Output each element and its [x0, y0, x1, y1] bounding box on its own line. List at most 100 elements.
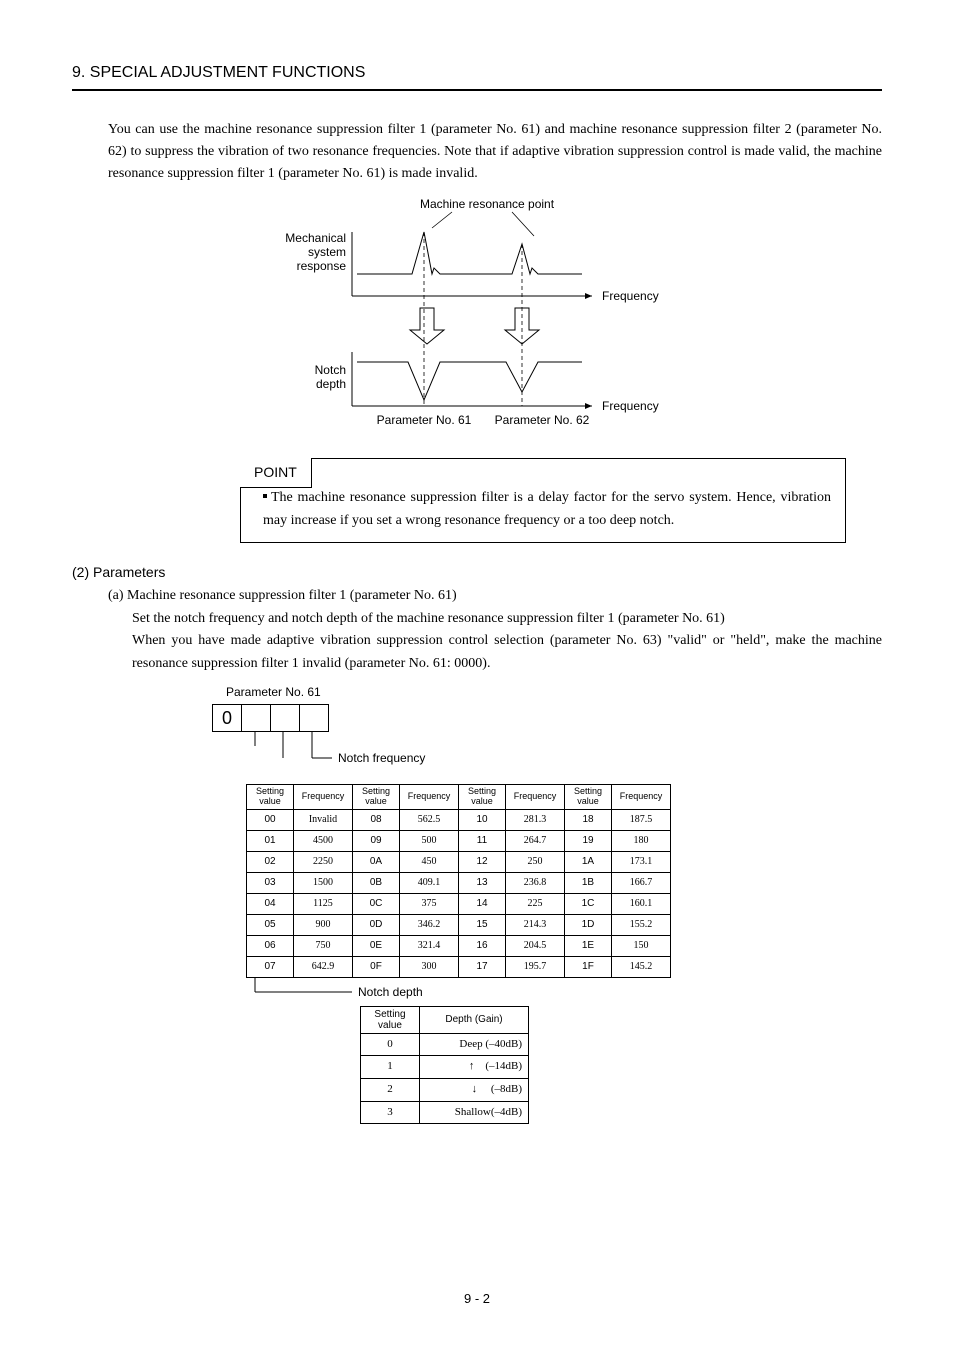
table-cell: 2	[361, 1079, 420, 1102]
table-cell: 1500	[294, 872, 353, 893]
label-resonance-point: Machine resonance point	[420, 197, 555, 211]
table-cell: 236.8	[506, 872, 565, 893]
table-cell: 17	[459, 956, 506, 977]
table-cell: 11	[459, 830, 506, 851]
svg-text:Notch depth: Notch depth	[358, 985, 423, 999]
register: 0	[212, 704, 329, 732]
register-digit-1	[242, 705, 271, 731]
table-cell: 00	[247, 809, 294, 830]
resonance-diagram: Machine resonance point Frequency Mechan…	[252, 196, 702, 444]
table-cell: 1A	[565, 851, 612, 872]
table-cell: 500	[400, 830, 459, 851]
table-cell: 1B	[565, 872, 612, 893]
table-cell: 409.1	[400, 872, 459, 893]
table-cell: 155.2	[612, 914, 671, 935]
svg-text:system: system	[308, 245, 346, 259]
table-cell: 562.5	[400, 809, 459, 830]
table-cell: 14	[459, 893, 506, 914]
svg-text:depth: depth	[316, 377, 346, 391]
section-title: 9. SPECIAL ADJUSTMENT FUNCTIONS	[72, 60, 882, 91]
table-cell: 0C	[353, 893, 400, 914]
table-cell: 10	[459, 809, 506, 830]
table-cell: 0A	[353, 851, 400, 872]
page-number: 9 - 2	[0, 1289, 954, 1310]
table-cell: 1D	[565, 914, 612, 935]
sub-a-body-2: When you have made adaptive vibration su…	[132, 630, 882, 675]
svg-text:Mechanical: Mechanical	[285, 231, 346, 245]
table-cell: 346.2	[400, 914, 459, 935]
register-digit-2	[271, 705, 300, 731]
table-cell: 321.4	[400, 935, 459, 956]
table-cell: 187.5	[612, 809, 671, 830]
table-cell: Deep (–40dB)	[420, 1033, 529, 1056]
svg-text:Parameter No. 61: Parameter No. 61	[377, 413, 472, 427]
table-cell: 01	[247, 830, 294, 851]
table-cell: 06	[247, 935, 294, 956]
point-text: The machine resonance suppression filter…	[263, 490, 831, 527]
parameter-block: Parameter No. 61 0 Notch frequency	[212, 683, 882, 1124]
table-cell: 1E	[565, 935, 612, 956]
table-cell: 3	[361, 1101, 420, 1124]
table-cell: 12	[459, 851, 506, 872]
bullet-icon	[263, 494, 267, 498]
svg-text:response: response	[297, 259, 347, 273]
table-cell: 145.2	[612, 956, 671, 977]
table-cell: 2250	[294, 851, 353, 872]
table-cell: 250	[506, 851, 565, 872]
table-cell: 173.1	[612, 851, 671, 872]
table-cell: 750	[294, 935, 353, 956]
sub-a-body-1: Set the notch frequency and notch depth …	[132, 608, 882, 630]
table-cell: 281.3	[506, 809, 565, 830]
table-cell: 4500	[294, 830, 353, 851]
table-cell: ↑ (–14dB)	[420, 1056, 529, 1079]
table-cell: 03	[247, 872, 294, 893]
table-cell: 13	[459, 872, 506, 893]
table-cell: 150	[612, 935, 671, 956]
table-cell: 05	[247, 914, 294, 935]
table-cell: 214.3	[506, 914, 565, 935]
table-cell: 1	[361, 1056, 420, 1079]
table-cell: 18	[565, 809, 612, 830]
table-cell: 160.1	[612, 893, 671, 914]
table-cell: 0D	[353, 914, 400, 935]
svg-text:Notch: Notch	[315, 363, 346, 377]
parameters-heading: (2) Parameters	[72, 561, 882, 583]
table-cell: Invalid	[294, 809, 353, 830]
table-cell: 07	[247, 956, 294, 977]
point-box: POINT The machine resonance suppression …	[240, 458, 846, 543]
table-cell: ↓ (–8dB)	[420, 1079, 529, 1102]
table-cell: 16	[459, 935, 506, 956]
table-cell: 02	[247, 851, 294, 872]
table-cell: 1C	[565, 893, 612, 914]
table-cell: 1F	[565, 956, 612, 977]
table-cell: 300	[400, 956, 459, 977]
table-cell: 166.7	[612, 872, 671, 893]
table-cell: 204.5	[506, 935, 565, 956]
table-cell: 19	[565, 830, 612, 851]
table-cell: 900	[294, 914, 353, 935]
table-cell: 195.7	[506, 956, 565, 977]
hdr-setting: Settingvalue	[247, 785, 294, 810]
table-cell: 375	[400, 893, 459, 914]
intro-paragraph: You can use the machine resonance suppre…	[108, 119, 882, 186]
table-cell: 08	[353, 809, 400, 830]
table-cell: 04	[247, 893, 294, 914]
table-cell: 15	[459, 914, 506, 935]
param-title: Parameter No. 61	[226, 683, 882, 702]
table-cell: 0F	[353, 956, 400, 977]
register-digit-3	[300, 705, 328, 731]
table-cell: 1125	[294, 893, 353, 914]
svg-text:Parameter No. 62: Parameter No. 62	[495, 413, 590, 427]
table-cell: 0	[361, 1033, 420, 1056]
register-digit-0: 0	[213, 705, 242, 731]
hdr-freq: Frequency	[294, 785, 353, 810]
table-cell: 642.9	[294, 956, 353, 977]
table-cell: 0E	[353, 935, 400, 956]
svg-text:Notch frequency: Notch frequency	[338, 751, 425, 765]
table-cell: 225	[506, 893, 565, 914]
svg-text:Frequency: Frequency	[602, 399, 659, 413]
table-cell: 09	[353, 830, 400, 851]
sub-a-heading: (a) Machine resonance suppression filter…	[108, 585, 882, 607]
table-cell: 0B	[353, 872, 400, 893]
point-label: POINT	[240, 458, 312, 487]
